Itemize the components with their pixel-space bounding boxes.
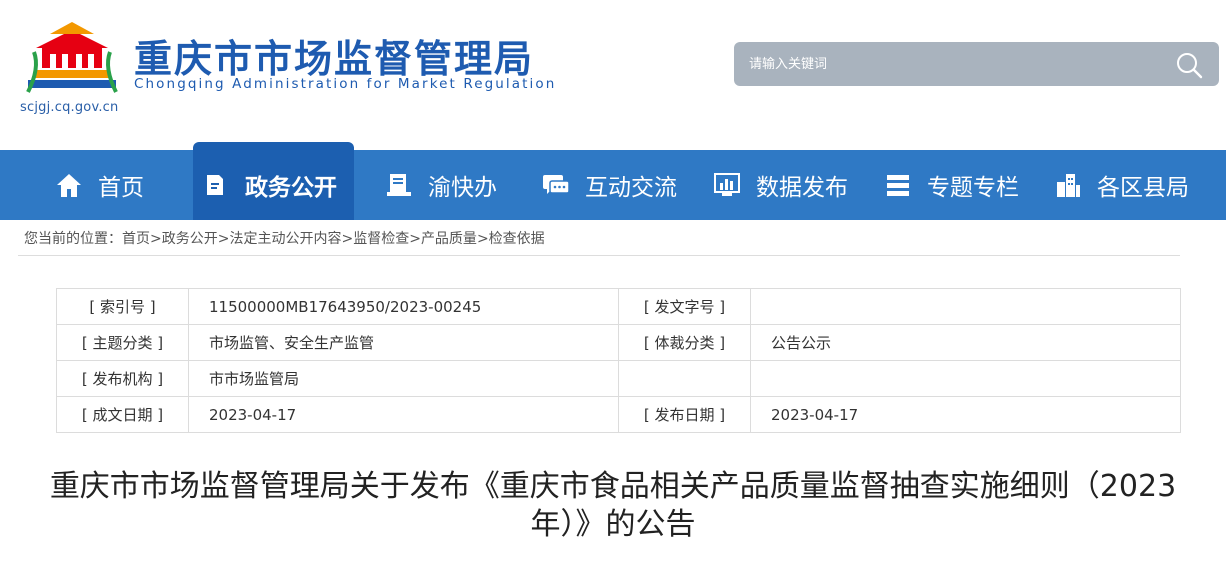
breadcrumb-item-basis[interactable]: 检查依据 (489, 231, 545, 247)
breadcrumb: 您当前的位置：首页>政务公开>法定主动公开内容>监督检查>产品质量>检查依据 (18, 222, 1180, 256)
document-icon (207, 175, 223, 195)
nav-item-data-release[interactable]: 数据发布 (712, 150, 848, 220)
breadcrumb-prefix: 您当前的位置： (24, 231, 122, 247)
site-url: scjgj.cq.gov.cn (20, 100, 119, 115)
nav-label-data-release: 数据发布 (756, 175, 848, 201)
chat-icon (543, 175, 570, 194)
written-date-value: 2023-04-17 (188, 396, 619, 433)
index-label: [ 索引号 ] (56, 288, 189, 325)
nav-item-special-topics[interactable]: 专题专栏 (883, 150, 1019, 220)
breadcrumb-separator: > (150, 231, 162, 247)
site-header: scjgj.cq.gov.cn 重庆市市场监督管理局 Chongqing Adm… (0, 0, 1226, 150)
nav-label-special-topics: 专题专栏 (927, 175, 1019, 201)
nav-label-yukuaiban: 渝快办 (428, 175, 497, 201)
genre-value: 公告公示 (750, 324, 1181, 361)
breadcrumb-item-product-quality[interactable]: 产品质量 (421, 231, 477, 247)
service-icon (387, 174, 411, 196)
site-subtitle: Chongqing Administration for Market Regu… (134, 76, 557, 92)
search-icon[interactable] (1175, 51, 1203, 79)
nav-label-home: 首页 (98, 175, 144, 201)
issuer-label: [ 发布机构 ] (56, 360, 189, 397)
topic-label: [ 主题分类 ] (56, 324, 189, 361)
table-row: [ 索引号 ] 11500000MB17643950/2023-00245 [ … (56, 288, 1181, 325)
breadcrumb-item-inspection[interactable]: 监督检查 (353, 231, 409, 247)
emblem-logo-icon[interactable] (20, 18, 124, 96)
home-icon (57, 174, 81, 197)
buildings-icon (1057, 174, 1080, 197)
doc-no-value (750, 288, 1181, 325)
nav-label-district-bureaus: 各区县局 (1097, 175, 1189, 201)
index-value: 11500000MB17643950/2023-00245 (188, 288, 619, 325)
written-date-label: [ 成文日期 ] (56, 396, 189, 433)
publish-date-value: 2023-04-17 (750, 396, 1181, 433)
list-icon (887, 175, 909, 196)
genre-label: [ 体裁分类 ] (618, 324, 751, 361)
search-input[interactable] (734, 42, 1164, 86)
doc-no-label: [ 发文字号 ] (618, 288, 751, 325)
empty-cell (750, 360, 1181, 397)
nav-item-yukuaiban[interactable]: 渝快办 (384, 150, 497, 220)
nav-item-gov-affairs[interactable]: 政务公开 (193, 142, 354, 220)
nav-item-interaction[interactable]: 互动交流 (541, 150, 677, 220)
table-row: [ 主题分类 ] 市场监管、安全生产监管 [ 体裁分类 ] 公告公示 (56, 324, 1181, 361)
table-row: [ 成文日期 ] 2023-04-17 [ 发布日期 ] 2023-04-17 (56, 396, 1181, 433)
main-nav: 首页 政务公开 渝快办 互动交流 数据发布 专题专栏 各区县局 (0, 142, 1226, 220)
breadcrumb-separator: > (409, 231, 421, 247)
article-title: 重庆市市场监督管理局关于发布《重庆市食品相关产品质量监督抽查实施细则（2023年… (49, 469, 1177, 542)
publish-date-label: [ 发布日期 ] (618, 396, 751, 433)
search-box (734, 42, 1219, 86)
nav-item-home[interactable]: 首页 (54, 150, 144, 220)
breadcrumb-separator: > (217, 231, 230, 247)
table-row: [ 发布机构 ] 市市场监管局 (56, 360, 1181, 397)
topic-value: 市场监管、安全生产监管 (188, 324, 619, 361)
breadcrumb-item-statutory[interactable]: 法定主动公开内容 (229, 231, 341, 247)
breadcrumb-separator: > (341, 231, 354, 247)
nav-item-district-bureaus[interactable]: 各区县局 (1053, 150, 1189, 220)
site-title[interactable]: 重庆市市场监督管理局 (134, 28, 534, 83)
nav-label-gov-affairs: 政务公开 (245, 175, 337, 201)
chart-icon (714, 173, 740, 196)
document-info-table: [ 索引号 ] 11500000MB17643950/2023-00245 [ … (56, 288, 1181, 433)
breadcrumb-item-gov-affairs[interactable]: 政务公开 (162, 231, 218, 247)
nav-label-interaction: 互动交流 (585, 175, 677, 201)
issuer-value: 市市场监管局 (188, 360, 619, 397)
breadcrumb-item-home[interactable]: 首页 (122, 231, 150, 247)
empty-cell (618, 360, 751, 397)
breadcrumb-separator: > (476, 231, 489, 247)
